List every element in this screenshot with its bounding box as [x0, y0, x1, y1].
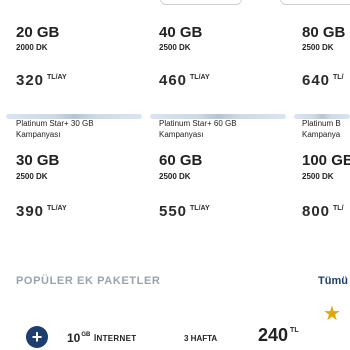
- package-data-amount: 30 GB: [16, 152, 60, 169]
- package-data-amount: 20 GB: [16, 24, 60, 41]
- package-price: 800 TL/: [302, 203, 344, 220]
- package-minutes: 2500 DK: [302, 43, 334, 52]
- package-price: 320 TL/AY: [16, 72, 67, 89]
- price-value: 550: [159, 203, 188, 220]
- package-name: Platinum B Kampanya: [302, 119, 341, 139]
- package-price: 550 TL/AY: [159, 203, 210, 220]
- package-minutes: 2500 DK: [159, 172, 191, 181]
- price-value: 320: [16, 72, 45, 89]
- package-minutes: 2500 DK: [16, 172, 48, 181]
- package-card[interactable]: Platinum B Kampanya 100 GB 2500 DK 800 TL…: [302, 118, 350, 226]
- price-value: 390: [16, 203, 45, 220]
- plus-icon[interactable]: +: [26, 326, 48, 348]
- package-price: 640 TL/: [302, 72, 344, 89]
- package-minutes: 2000 DK: [16, 43, 48, 52]
- package-minutes: 2500 DK: [159, 43, 191, 52]
- addon-type: İNTERNET: [94, 334, 137, 343]
- package-row-1: 20 GB 2000 DK 320 TL/AY 40 GB 2500 DK 460…: [0, 10, 350, 120]
- card-outline: [280, 0, 350, 5]
- price-unit: TL/: [333, 205, 344, 212]
- price-unit: TL/AY: [47, 205, 67, 212]
- package-card[interactable]: 20 GB 2000 DK 320 TL/AY: [16, 10, 144, 118]
- price-value: 800: [302, 203, 331, 220]
- addon-price-unit: TL: [290, 327, 299, 334]
- card-outline: [160, 0, 242, 5]
- package-price: 460 TL/AY: [159, 72, 210, 89]
- package-card[interactable]: 40 GB 2500 DK 460 TL/AY: [159, 10, 287, 118]
- package-name: Platinum Star+ 30 GB Kampanyası: [16, 119, 94, 139]
- package-card[interactable]: Platinum Star+ 60 GB Kampanyası 60 GB 25…: [159, 118, 287, 226]
- addon-amount: 10GB: [67, 331, 90, 345]
- package-data-amount: 60 GB: [159, 152, 203, 169]
- addon-package-row[interactable]: + 10GB İNTERNET 3 HAFTA 240 TL: [0, 320, 350, 350]
- package-row-2: Platinum Star+ 30 GB Kampanyası 30 GB 25…: [0, 118, 350, 228]
- addon-price: 240 TL: [258, 325, 299, 346]
- package-data-amount: 80 GB: [302, 24, 346, 41]
- price-unit: TL/AY: [190, 74, 210, 81]
- package-card[interactable]: Platinum Star+ 30 GB Kampanyası 30 GB 25…: [16, 118, 144, 226]
- section-title: POPÜLER EK PAKETLER: [16, 275, 161, 287]
- package-card[interactable]: 80 GB 2500 DK 640 TL/: [302, 10, 350, 118]
- price-value: 640: [302, 72, 331, 89]
- addon-amount-unit: GB: [81, 332, 91, 338]
- package-name: Platinum Star+ 60 GB Kampanyası: [159, 119, 237, 139]
- price-unit: TL/AY: [47, 74, 67, 81]
- addon-price-value: 240: [258, 325, 289, 345]
- addon-amount-value: 10: [67, 331, 81, 345]
- package-price: 390 TL/AY: [16, 203, 67, 220]
- package-data-amount: 100 GB: [302, 152, 350, 169]
- see-all-link[interactable]: Tümü: [318, 275, 348, 287]
- package-data-amount: 40 GB: [159, 24, 203, 41]
- price-unit: TL/: [333, 74, 344, 81]
- package-minutes: 2500 DK: [302, 172, 334, 181]
- previous-cards-edge: [0, 0, 350, 8]
- addon-duration: 3 HAFTA: [184, 334, 218, 343]
- price-value: 460: [159, 72, 188, 89]
- price-unit: TL/AY: [190, 205, 210, 212]
